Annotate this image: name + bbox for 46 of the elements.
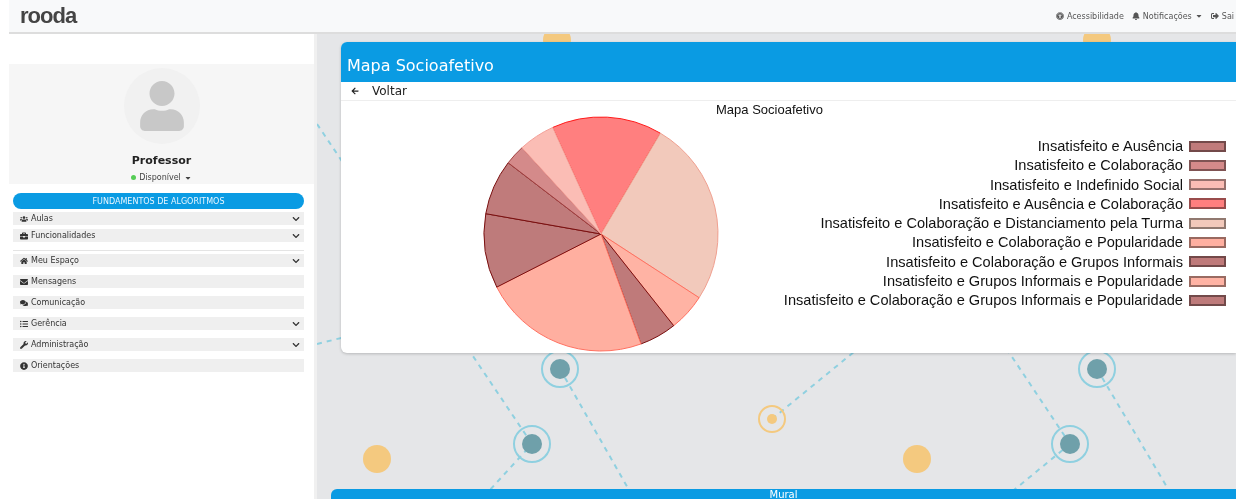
legend-label: Insatisfeito e Colaboração e Grupos Informais <box>886 253 1183 270</box>
dot-drawing <box>903 445 931 473</box>
home-icon <box>20 256 28 265</box>
legend-label: Insatisfeito e Ausência <box>1037 138 1183 154</box>
ring-node-drawing <box>541 350 579 388</box>
mural-header: Mural <box>331 489 1236 499</box>
topbar-link[interactable]: Sai <box>1210 11 1234 21</box>
legend-label: Insatisfeito e Colaboração e Popularidade <box>912 234 1183 251</box>
ring-node-drawing <box>513 425 551 463</box>
ring-node-drawing <box>1078 350 1116 388</box>
sidebar-item[interactable]: Funcionalidades <box>13 229 304 242</box>
sidebar-item[interactable]: Administração <box>13 338 304 351</box>
back-arrow-icon <box>351 87 359 95</box>
back-link[interactable]: Voltar <box>341 82 1236 101</box>
users-icon <box>20 214 28 223</box>
bell-icon <box>1131 12 1140 20</box>
legend-label: Insatisfeito e Colaboração e Grupos Informais e Popularidade <box>783 292 1183 309</box>
legend-label: Insatisfeito e Grupos Informais e Popularidade <box>882 273 1183 290</box>
sidebar-item[interactable]: Orientações <box>13 359 304 372</box>
accessibility-icon <box>1055 12 1064 20</box>
sidebar-item[interactable]: Aulas <box>13 212 304 225</box>
card-title: Mapa Socioafetivo <box>341 42 1236 82</box>
legend-label: Insatisfeito e Colaboração <box>1014 157 1183 174</box>
legend-label: Insatisfeito e Indefinido Social <box>989 176 1183 193</box>
ring-node-drawing <box>1051 425 1089 463</box>
chart-title: Mapa Socioafetivo <box>716 102 823 117</box>
legend-label: Insatisfeito e Ausência e Colaboração <box>938 195 1183 212</box>
logo[interactable]: rooda <box>20 3 77 29</box>
topbar-link[interactable]: Notificações <box>1131 11 1203 21</box>
comments-icon <box>20 298 28 307</box>
briefcase-icon <box>20 231 28 240</box>
dot-drawing <box>363 445 391 473</box>
wrench-icon <box>20 340 28 349</box>
legend-label: Insatisfeito e Colaboração e Distanciamento pela Turma <box>820 215 1183 232</box>
list-icon <box>20 319 28 328</box>
sidebar-item[interactable]: Mensagens <box>13 275 304 288</box>
ring-node-drawing <box>758 405 786 433</box>
status-dropdown[interactable]: Disponível <box>131 173 192 182</box>
topbar-link[interactable]: Acessibilidade <box>1055 11 1124 21</box>
envelope-icon <box>20 277 28 286</box>
sidebar-item[interactable]: Comunicação <box>13 296 304 309</box>
sidebar-item[interactable]: Gerência <box>13 317 304 330</box>
user-name: Professor <box>131 154 192 167</box>
info-icon <box>20 361 28 370</box>
sidebar-item[interactable]: Meu Espaço <box>13 254 304 267</box>
exit-icon <box>1210 12 1219 20</box>
